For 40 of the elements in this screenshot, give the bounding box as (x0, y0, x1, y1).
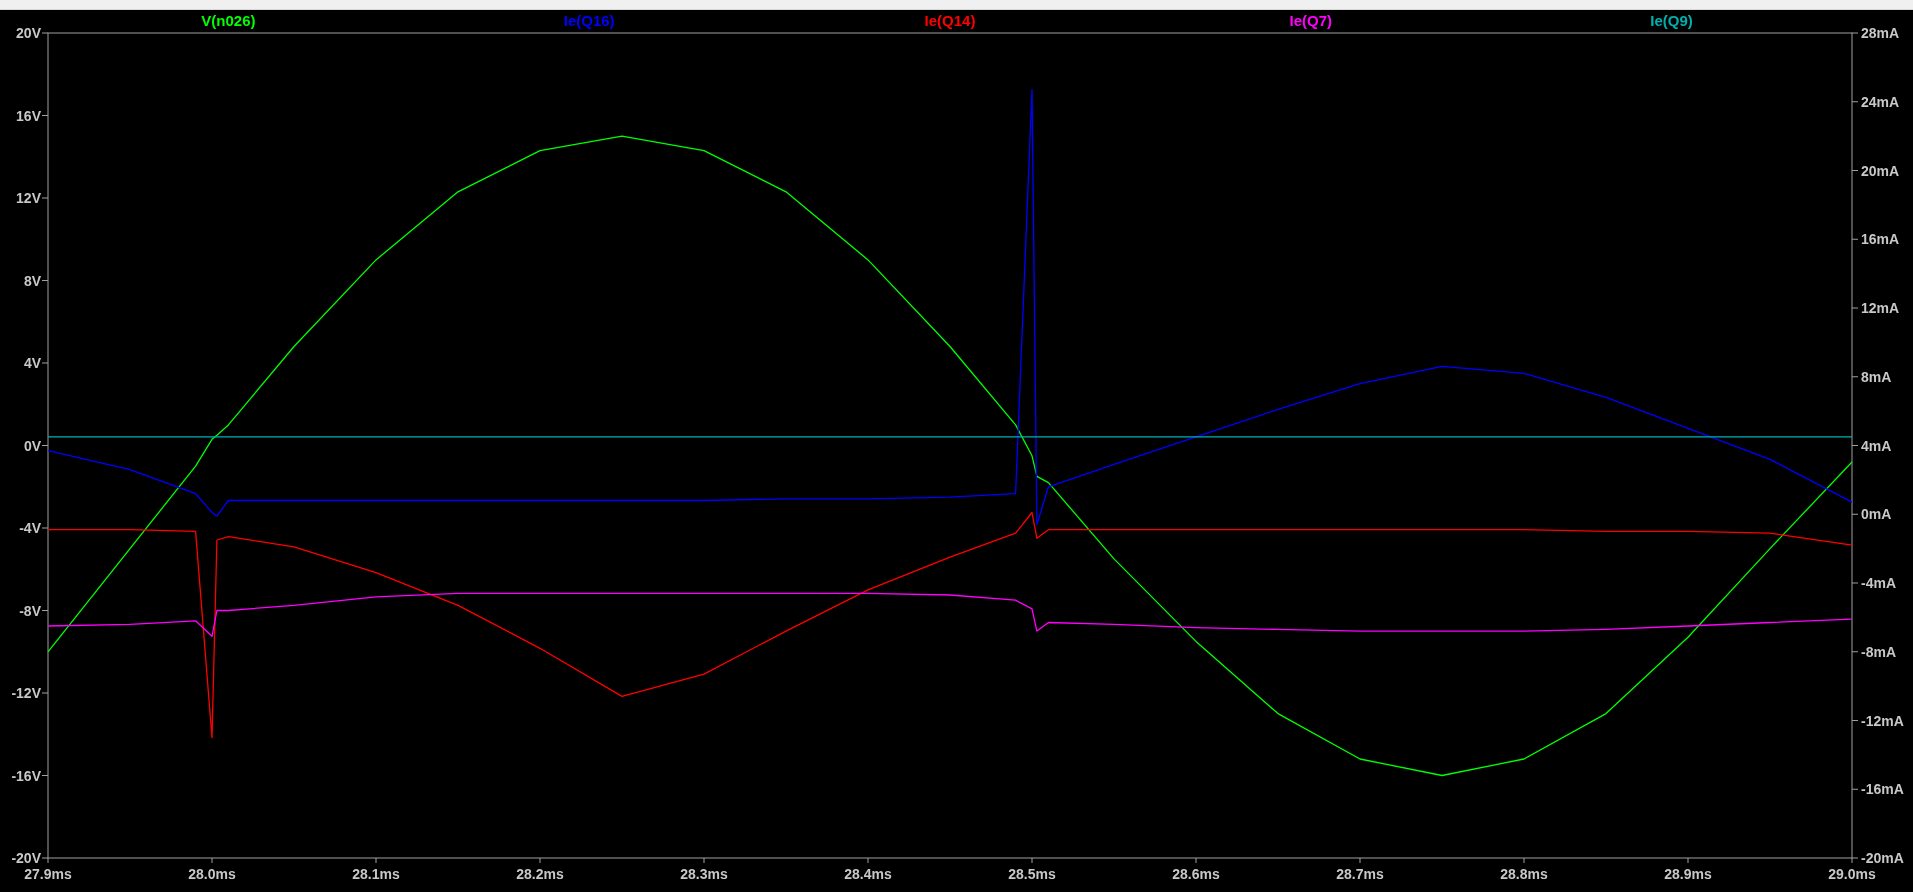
axis-tick-label: -4V (19, 520, 41, 536)
axis-tick-label: 16mA (1861, 231, 1900, 248)
axis-tick-label: 28.6ms (1172, 866, 1220, 882)
axis-tick-label: -20mA (1861, 850, 1904, 866)
axis-tick-label: 28.5ms (1008, 866, 1056, 882)
axis-tick-label: -8mA (1861, 643, 1896, 660)
axis-tick-label: 8mA (1861, 368, 1892, 385)
axis-tick-label: 28mA (1861, 25, 1900, 41)
axis-tick-label: -8V (19, 602, 41, 619)
axis-tick-label: -12mA (1861, 712, 1904, 729)
axis-tick-label: 4V (23, 355, 41, 371)
axis-tick-label: -16mA (1861, 781, 1904, 798)
axis-tick-label: 29.0ms (1828, 866, 1876, 882)
axis-tick-label: 16V (16, 107, 41, 124)
axis-tick-label: -12V (11, 685, 41, 701)
axis-tick-label: 0V (23, 437, 41, 454)
axis-tick-label: 28.9ms (1664, 866, 1712, 882)
axis-tick-label: 12V (16, 190, 41, 206)
trace-label[interactable]: Ie(Q7) (1289, 12, 1333, 29)
axis-tick-label: 28.4ms (844, 866, 892, 882)
trace-label[interactable]: Ie(Q9) (1650, 12, 1693, 29)
axis-tick-label: 4mA (1861, 437, 1892, 454)
axis-tick-label: 0mA (1861, 506, 1892, 523)
trace-label[interactable]: V(n026) (201, 12, 256, 29)
axis-tick-label: 20V (16, 25, 41, 41)
axis-tick-label: -20V (11, 850, 41, 866)
axis-tick-label: 8V (23, 272, 41, 289)
trace-label[interactable]: Ie(Q14) (924, 12, 976, 29)
axis-tick-label: 12mA (1861, 300, 1900, 316)
axis-tick-label: 20mA (1861, 162, 1900, 179)
axis-tick-label: 27.9ms (24, 866, 72, 882)
axis-tick-label: 28.2ms (516, 866, 564, 882)
axis-tick-label: 24mA (1861, 93, 1900, 110)
axis-tick-label: 28.1ms (352, 866, 400, 882)
axis-tick-label: -4mA (1861, 575, 1896, 591)
axis-tick-label: 28.3ms (680, 866, 728, 882)
axis-tick-label: 28.0ms (188, 866, 236, 882)
axis-tick-label: -16V (11, 767, 41, 784)
axis-tick-label: 28.8ms (1500, 866, 1548, 882)
axis-tick-label: 28.7ms (1336, 866, 1384, 882)
